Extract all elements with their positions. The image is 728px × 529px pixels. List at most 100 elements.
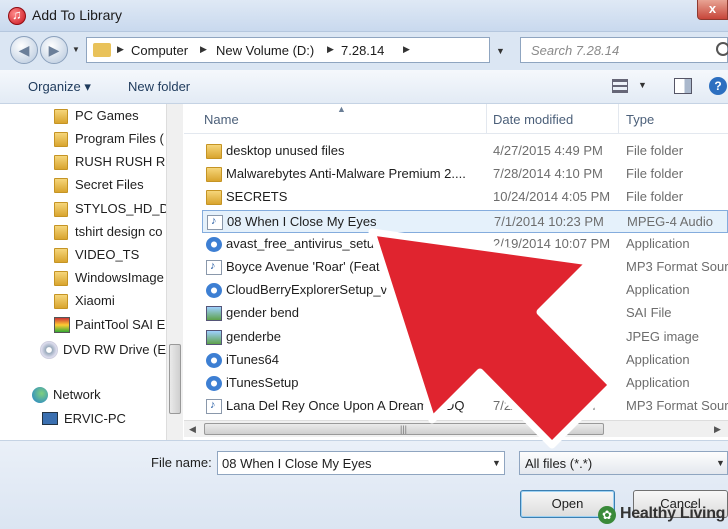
- column-header-date[interactable]: Date modified: [493, 112, 573, 127]
- file-row[interactable]: gender bend SAI File: [202, 302, 728, 325]
- chevron-down-icon[interactable]: ▼: [716, 458, 725, 468]
- file-name: iTunesSetup: [226, 375, 299, 390]
- chevron-right-icon[interactable]: ▶: [200, 44, 207, 55]
- file-type-select[interactable]: All files (*.*) ▼: [519, 451, 728, 475]
- folder-icon: [54, 248, 68, 263]
- file-name-input[interactable]: 08 When I Close My Eyes ▼: [217, 451, 505, 475]
- file-row[interactable]: Lana Del Rey Once Upon A Dream (CDQ 7/2/2…: [202, 395, 728, 418]
- file-name: SECRETS: [226, 189, 288, 205]
- audio-file-icon: [207, 214, 223, 230]
- file-date: 7/1/2014 10:23 PM: [494, 213, 604, 229]
- file-date: 4/27/2015 4:49 PM: [493, 143, 603, 158]
- sidebar-item-folder[interactable]: Program Files (: [0, 128, 166, 150]
- sidebar-item-network[interactable]: Network: [0, 384, 166, 406]
- folder-icon: [54, 202, 68, 217]
- folder-icon: [54, 225, 68, 240]
- new-folder-button[interactable]: New folder: [128, 79, 190, 94]
- title-bar: Add To Library x: [0, 0, 728, 32]
- file-name: Malwarebytes Anti-Malware Premium 2....: [226, 166, 466, 182]
- breadcrumb-new-volume[interactable]: New Volume (D:): [216, 43, 314, 58]
- sidebar-item-label: DVD RW Drive (E:: [63, 342, 166, 357]
- recent-pages-dropdown-icon[interactable]: ▼: [72, 45, 82, 55]
- sort-ascending-icon: ▲: [337, 104, 346, 114]
- file-date: 7/2/2014 8:35 PM: [493, 398, 596, 414]
- sidebar-item-label: PaintTool SAI E: [75, 317, 166, 332]
- command-bar: Organize ▾ New folder ▼ ?: [0, 70, 728, 104]
- file-name: Boyce Avenue 'Roar' (Feat Be: [226, 259, 400, 274]
- sidebar-item-folder[interactable]: RUSH RUSH RU: [0, 151, 166, 173]
- sidebar-item-folder[interactable]: VIDEO_TS: [0, 244, 166, 266]
- folder-icon: [54, 271, 68, 286]
- sidebar-item-folder[interactable]: WindowsImage: [0, 267, 166, 289]
- chevron-right-icon[interactable]: ▶: [117, 44, 124, 55]
- address-dropdown-icon[interactable]: ▼: [496, 46, 505, 56]
- watermark: ✿ Healthy Living: [598, 503, 728, 527]
- search-input[interactable]: Search 7.28.14: [520, 37, 728, 63]
- help-icon[interactable]: ?: [709, 77, 727, 95]
- sidebar-item-label: PC Games: [75, 108, 139, 123]
- chevron-right-icon[interactable]: ▶: [403, 44, 410, 55]
- sidebar-item-folder[interactable]: PC Games: [0, 105, 166, 127]
- folder-icon: [54, 109, 68, 124]
- view-dropdown-icon[interactable]: ▼: [638, 80, 647, 90]
- breadcrumb-folder[interactable]: 7.28.14: [341, 43, 384, 58]
- sidebar-item-label: STYLOS_HD_DE: [75, 201, 166, 216]
- file-row[interactable]: CloudBerryExplorerSetup_v3.8.6 Applicatio…: [202, 279, 728, 302]
- column-header-name[interactable]: Name: [204, 112, 239, 127]
- dvd-drive-icon: [40, 341, 58, 359]
- close-button[interactable]: x: [697, 0, 728, 20]
- sidebar-item-computer[interactable]: ERVIC-PC: [0, 408, 166, 430]
- sidebar-item-painttool[interactable]: PaintTool SAI E: [0, 314, 166, 336]
- audio-file-icon: [206, 399, 222, 415]
- search-icon[interactable]: [716, 42, 728, 56]
- painttool-icon: [54, 317, 70, 333]
- file-row[interactable]: iTunesSetup 20/Application: [202, 372, 728, 395]
- address-bar[interactable]: ▶ Computer ▶ New Volume (D:) ▶ 7.28.14 ▶: [86, 37, 490, 63]
- file-row[interactable]: 08 When I Close My Eyes 7/1/2014 10:23 PM…: [202, 209, 728, 233]
- scrollbar-thumb[interactable]: [169, 344, 181, 414]
- file-row[interactable]: Malwarebytes Anti-Malware Premium 2.... 7…: [202, 163, 728, 186]
- sidebar-item-label: Network: [53, 387, 101, 402]
- file-type: MP3 Format Sour: [626, 259, 728, 274]
- back-button[interactable]: ◀: [10, 36, 38, 64]
- scroll-right-icon[interactable]: ▶: [714, 424, 721, 435]
- scrollbar-thumb[interactable]: |||: [204, 423, 604, 435]
- computer-icon: [42, 412, 58, 425]
- preview-pane-icon[interactable]: [674, 78, 692, 94]
- sidebar-item-folder[interactable]: Xiaomi: [0, 290, 166, 312]
- column-header-type[interactable]: Type: [626, 112, 654, 127]
- file-row[interactable]: avast_free_antivirus_setup 2/19/2014 10:0…: [202, 233, 728, 256]
- horizontal-scrollbar[interactable]: ◀ ||| ▶: [184, 420, 728, 437]
- navigation-pane: PC Games Program Files ( RUSH RUSH RU Se…: [0, 104, 183, 440]
- sidebar-item-folder[interactable]: tshirt design co: [0, 221, 166, 243]
- audio-file-icon: [206, 260, 222, 275]
- column-divider[interactable]: [618, 104, 619, 134]
- file-name: CloudBerryExplorerSetup_v3.8.6: [226, 282, 417, 298]
- breadcrumb-computer[interactable]: Computer: [131, 43, 188, 58]
- forward-button[interactable]: ▶: [40, 36, 68, 64]
- file-row[interactable]: desktop unused files 4/27/2015 4:49 PM Fil…: [202, 140, 728, 163]
- file-date: 2/19/2014 10:07 PM: [493, 235, 611, 251]
- chevron-down-icon[interactable]: ▼: [492, 458, 501, 468]
- file-type: MPEG-4 Audio: [627, 213, 713, 229]
- sidebar-scrollbar[interactable]: [166, 104, 183, 440]
- app-icon: [206, 236, 222, 252]
- file-date: 7/28/2014 4:10 PM: [493, 166, 603, 182]
- change-view-icon[interactable]: [612, 79, 628, 93]
- itunes-icon: [8, 7, 26, 25]
- column-divider[interactable]: [486, 104, 487, 134]
- file-row[interactable]: SECRETS 10/24/2014 4:05 PM File folder: [202, 186, 728, 209]
- chevron-right-icon[interactable]: ▶: [327, 44, 334, 55]
- leaf-icon: ✿: [598, 506, 616, 524]
- organize-button[interactable]: Organize ▾: [28, 79, 91, 95]
- file-row[interactable]: Boyce Avenue 'Roar' (Feat Be 10:48 PM MP3 …: [202, 256, 728, 279]
- folder-icon: [206, 167, 222, 183]
- scroll-left-icon[interactable]: ◀: [189, 424, 196, 435]
- sidebar-item-dvd-drive[interactable]: DVD RW Drive (E:: [0, 339, 166, 361]
- file-row[interactable]: iTunes64 M Application: [202, 349, 728, 372]
- file-type: Application: [626, 235, 690, 251]
- sidebar-item-folder[interactable]: STYLOS_HD_DE: [0, 198, 166, 220]
- file-row[interactable]: genderbe 2:10 AM JPEG image: [202, 326, 728, 349]
- file-type-value: All files (*.*): [525, 456, 593, 471]
- sidebar-item-folder[interactable]: Secret Files: [0, 174, 166, 196]
